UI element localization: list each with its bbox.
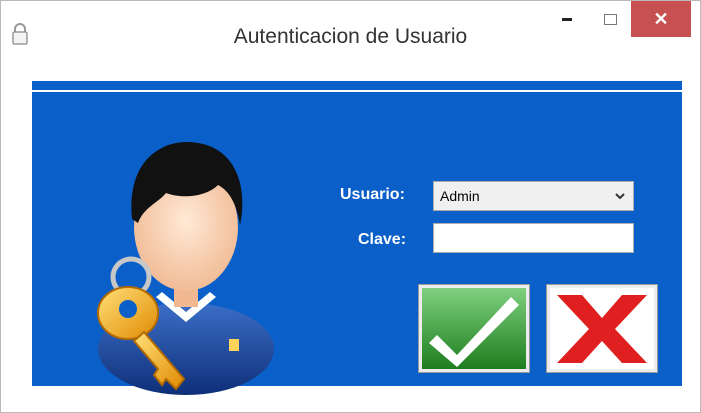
panel-divider — [32, 90, 682, 92]
minimize-icon — [562, 17, 572, 21]
chevron-down-icon — [615, 193, 625, 200]
user-with-key-icon — [97, 141, 274, 395]
checkmark-icon — [422, 288, 526, 369]
maximize-button[interactable] — [593, 1, 627, 37]
password-label: Clave: — [358, 231, 407, 248]
close-icon: ✕ — [653, 8, 669, 29]
maximize-icon — [603, 13, 617, 25]
close-button[interactable]: ✕ — [631, 1, 691, 37]
accept-button[interactable] — [418, 284, 530, 373]
user-select-value: Admin — [440, 188, 480, 204]
cancel-button[interactable] — [546, 284, 658, 373]
login-window: Autenticacion de Usuario ✕ Usuario: Admi… — [0, 0, 701, 413]
login-panel: Usuario: Admin Clave: — [32, 81, 682, 395]
user-select[interactable]: Admin — [433, 181, 634, 211]
user-label: Usuario: — [340, 186, 405, 203]
red-x-icon — [550, 288, 654, 369]
password-field[interactable] — [433, 223, 634, 253]
minimize-button[interactable] — [550, 1, 584, 37]
title-bar: Autenticacion de Usuario ✕ — [1, 1, 700, 65]
